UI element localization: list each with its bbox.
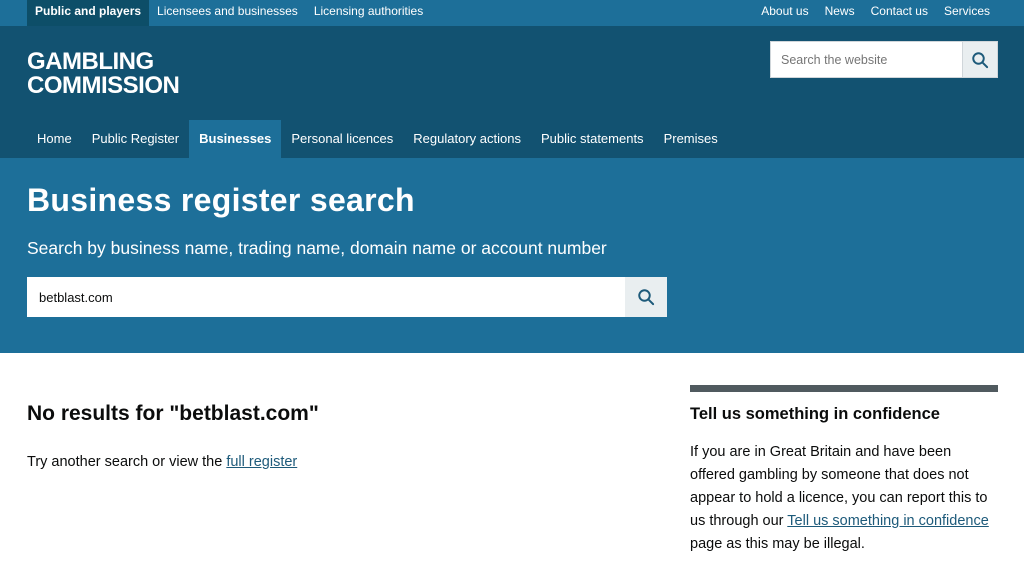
gambling-commission-logo[interactable]: GAMBLING COMMISSION <box>27 48 180 99</box>
nav-item-home[interactable]: Home <box>27 120 82 158</box>
main-nav: Home Public Register Businesses Personal… <box>27 120 728 158</box>
search-icon <box>638 289 655 306</box>
tell-us-something-link[interactable]: Tell us something in confidence <box>787 513 989 529</box>
confidence-text-end: page as this may be illegal. <box>690 536 865 552</box>
nav-item-businesses[interactable]: Businesses <box>189 120 282 158</box>
page-title: Business register search <box>27 182 415 218</box>
search-icon <box>972 51 989 68</box>
nav-item-regulatory-actions[interactable]: Regulatory actions <box>403 120 531 158</box>
logo-line-2: COMMISSION <box>27 72 180 99</box>
site-header: GAMBLING COMMISSION Home Public Register… <box>0 26 1024 158</box>
nav-item-public-statements[interactable]: Public statements <box>531 120 654 158</box>
site-search-input[interactable] <box>770 41 962 78</box>
search-hero: Business register search Search by busin… <box>0 158 1024 353</box>
site-search-button[interactable] <box>962 41 998 78</box>
services-link[interactable]: Services <box>936 0 998 26</box>
contact-us-link[interactable]: Contact us <box>863 0 936 26</box>
utility-links: About us News Contact us Services <box>753 0 998 26</box>
full-register-link[interactable]: full register <box>226 454 297 470</box>
about-us-link[interactable]: About us <box>753 0 816 26</box>
nav-item-personal-licences[interactable]: Personal licences <box>281 120 403 158</box>
confidence-heading: Tell us something in confidence <box>690 405 940 423</box>
business-search-button[interactable] <box>625 277 667 317</box>
panel-top-border <box>690 385 998 392</box>
confidence-text: If you are in Great Britain and have bee… <box>690 441 998 556</box>
tab-public-and-players[interactable]: Public and players <box>27 0 150 26</box>
audience-nav: Public and players Licensees and busines… <box>27 0 431 26</box>
confidence-panel: Tell us something in confidence If you a… <box>690 385 998 556</box>
search-instructions: Search by business name, trading name, d… <box>27 238 607 258</box>
no-results-heading: No results for "betblast.com" <box>27 402 319 425</box>
site-search <box>770 41 998 78</box>
tab-licensees-and-businesses[interactable]: Licensees and businesses <box>149 0 306 26</box>
nav-item-public-register[interactable]: Public Register <box>82 120 189 158</box>
business-search <box>27 277 667 317</box>
no-results-message: Try another search or view the <box>27 454 227 470</box>
logo-line-1: GAMBLING <box>27 48 154 75</box>
no-results-text: Try another search or view the full regi… <box>27 454 627 470</box>
tab-licensing-authorities[interactable]: Licensing authorities <box>306 0 431 26</box>
nav-item-premises[interactable]: Premises <box>654 120 728 158</box>
news-link[interactable]: News <box>817 0 863 26</box>
business-search-input[interactable] <box>27 277 625 317</box>
search-results: No results for "betblast.com" Try anothe… <box>27 402 627 470</box>
top-utility-bar: Public and players Licensees and busines… <box>0 0 1024 26</box>
